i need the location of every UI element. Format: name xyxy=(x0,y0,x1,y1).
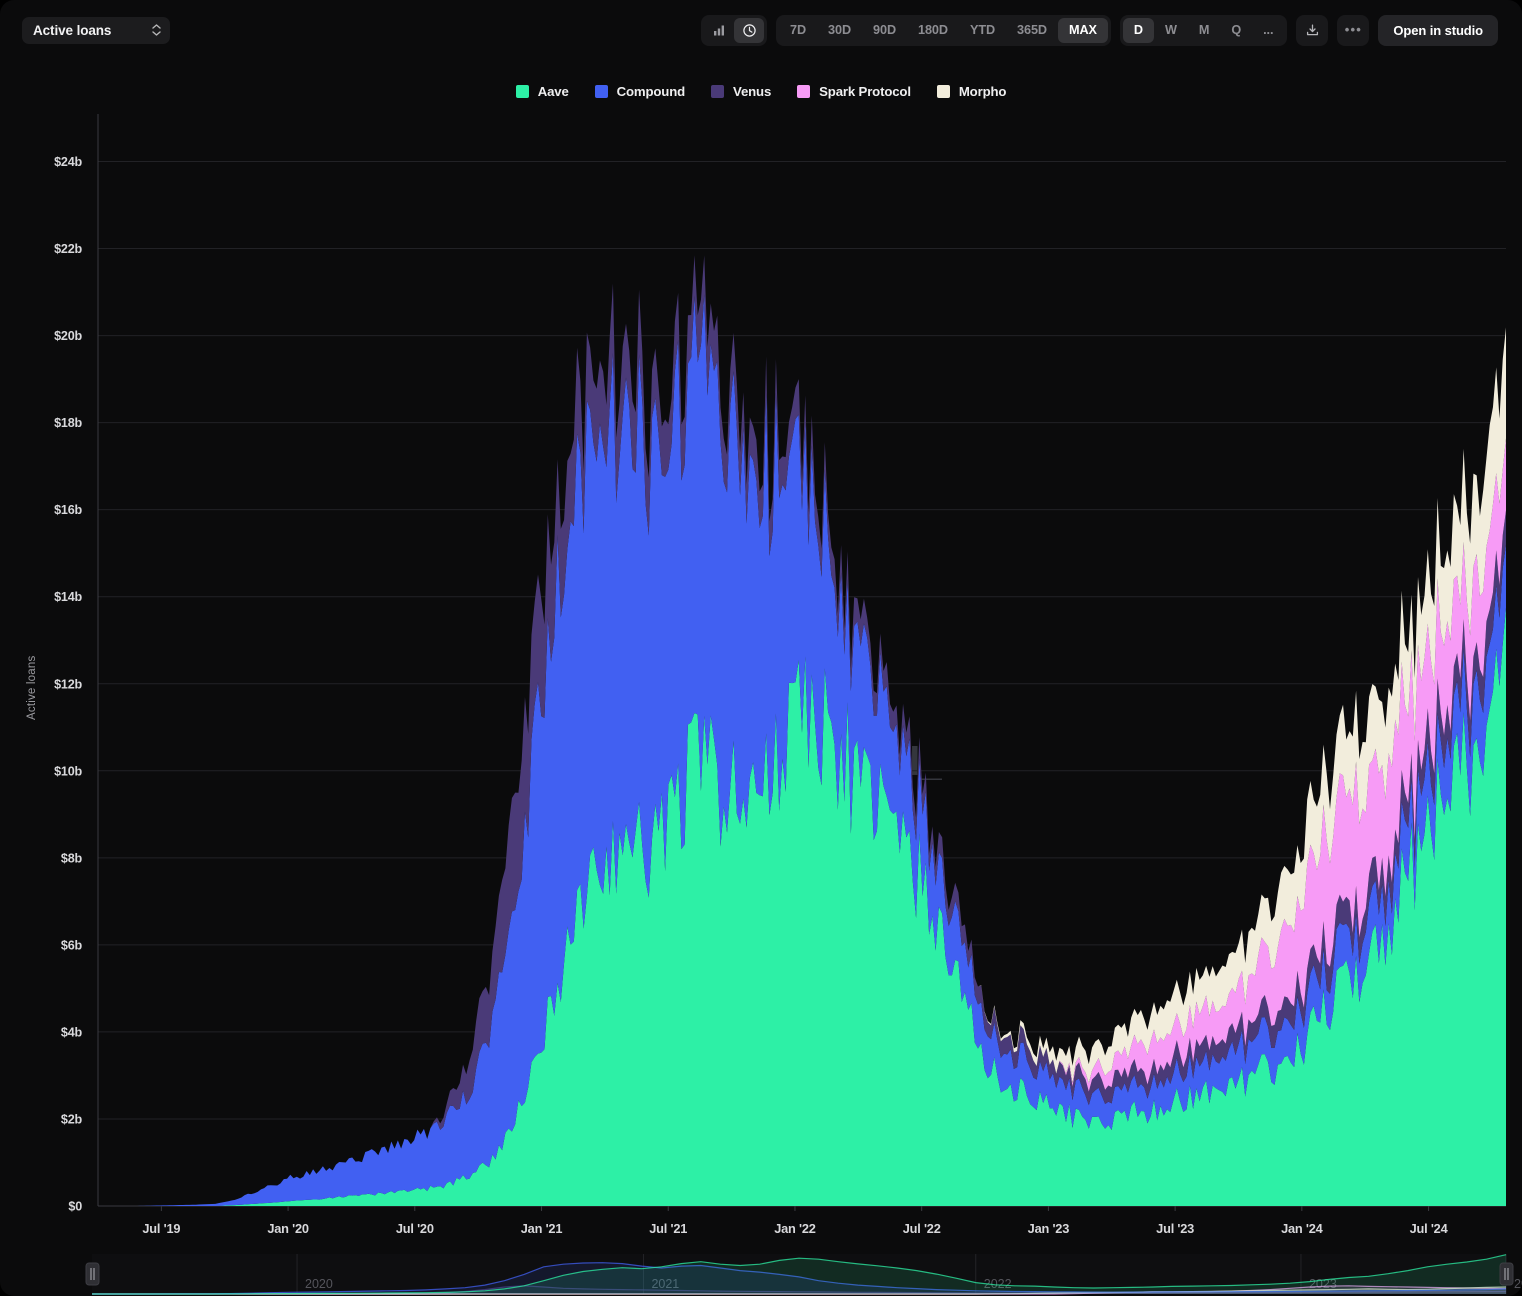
metric-selector[interactable]: Active loans xyxy=(22,17,170,44)
y-axis-tick: $14b xyxy=(54,590,82,604)
clock-icon[interactable] xyxy=(734,18,764,43)
chart-plot-area[interactable]: Active loans token terminal_ $0$2b$4b$6b… xyxy=(0,100,1522,1240)
download-icon[interactable] xyxy=(1296,15,1328,46)
legend-label-venus: Venus xyxy=(733,84,771,99)
legend-swatch-aave xyxy=(516,85,529,98)
x-axis-tick: Jul '23 xyxy=(1156,1221,1194,1236)
x-axis-tick: Jan '24 xyxy=(1281,1221,1324,1236)
legend-swatch-compound xyxy=(595,85,608,98)
toolbar-controls: 7D 30D 90D 180D YTD 365D MAX D W M Q ... xyxy=(701,15,1498,46)
time-range-group: 7D 30D 90D 180D YTD 365D MAX xyxy=(776,15,1111,46)
y-axis-tick: $10b xyxy=(54,764,82,778)
granularity-weekly[interactable]: W xyxy=(1154,18,1188,43)
legend-item-compound[interactable]: Compound xyxy=(595,84,685,99)
y-axis-tick: $24b xyxy=(54,155,82,169)
x-axis-tick: Jul '21 xyxy=(649,1221,687,1236)
y-axis-tick: $18b xyxy=(54,416,82,430)
x-axis-tick: Jan '23 xyxy=(1028,1221,1070,1236)
metric-selector-label: Active loans xyxy=(33,23,111,38)
x-axis-tick: Jan '20 xyxy=(267,1221,309,1236)
x-axis-tick: Jul '22 xyxy=(903,1221,941,1236)
y-axis-tick: $2b xyxy=(61,1112,83,1126)
legend-item-spark-protocol[interactable]: Spark Protocol xyxy=(797,84,911,99)
x-axis-tick: Jul '19 xyxy=(142,1221,180,1236)
y-axis-tick: $16b xyxy=(54,503,82,517)
bar-chart-icon[interactable] xyxy=(704,18,734,43)
range-30d[interactable]: 30D xyxy=(817,18,862,43)
chart-page: Active loans xyxy=(0,0,1522,1296)
range-ytd[interactable]: YTD xyxy=(959,18,1006,43)
stacked-area-chart: $0 $2b $4b $6b $8b $10b $12b $14b $16b $18b $20b $2… xyxy=(0,100,1522,1240)
range-365d[interactable]: 365D xyxy=(1006,18,1058,43)
legend-label-aave: Aave xyxy=(538,84,569,99)
brush-year-label: 2024 xyxy=(1514,1277,1522,1291)
x-axis-tick: Jan '21 xyxy=(521,1221,563,1236)
legend-label-morpho: Morpho xyxy=(959,84,1006,99)
legend-item-aave[interactable]: Aave xyxy=(516,84,569,99)
y-axis-tick: $22b xyxy=(54,242,82,256)
more-options-dots: ••• xyxy=(1345,26,1362,34)
y-axis-tick: $8b xyxy=(61,851,83,865)
view-mode-group xyxy=(701,15,767,46)
legend-swatch-morpho xyxy=(937,85,950,98)
y-axis-tick: $20b xyxy=(54,329,82,343)
brush-handle-right[interactable] xyxy=(1500,1263,1513,1285)
time-range-brush[interactable]: 20202021202220232024 xyxy=(0,1250,1522,1296)
granularity-quarterly[interactable]: Q xyxy=(1220,18,1252,43)
y-axis-tick: $0 xyxy=(68,1200,82,1214)
range-max[interactable]: MAX xyxy=(1058,18,1108,43)
x-axis-tick: Jul '24 xyxy=(1410,1221,1449,1236)
chart-legend: Aave Compound Venus Spark Protocol Morph… xyxy=(0,84,1522,99)
x-axis-tick: Jan '22 xyxy=(774,1221,816,1236)
legend-item-morpho[interactable]: Morpho xyxy=(937,84,1006,99)
x-axis-tick: Jul '20 xyxy=(396,1221,434,1236)
y-axis-tick: $6b xyxy=(61,938,83,952)
granularity-daily[interactable]: D xyxy=(1123,18,1154,43)
chevron-updown-icon xyxy=(152,24,161,36)
range-90d[interactable]: 90D xyxy=(862,18,907,43)
granularity-more-icon[interactable]: ... xyxy=(1252,18,1284,43)
brush-minimap[interactable]: 20202021202220232024 xyxy=(0,1250,1522,1296)
open-in-studio-button[interactable]: Open in studio xyxy=(1378,15,1498,46)
granularity-monthly[interactable]: M xyxy=(1188,18,1220,43)
y-axis-tick: $4b xyxy=(61,1025,83,1039)
range-180d[interactable]: 180D xyxy=(907,18,959,43)
legend-label-compound: Compound xyxy=(617,84,685,99)
toolbar: Active loans xyxy=(0,0,1522,60)
brush-handle-left[interactable] xyxy=(86,1263,99,1285)
more-options-icon[interactable]: ••• xyxy=(1337,15,1369,46)
brush-year-label: 2020 xyxy=(305,1277,333,1291)
legend-swatch-venus xyxy=(711,85,724,98)
range-7d[interactable]: 7D xyxy=(779,18,817,43)
legend-item-venus[interactable]: Venus xyxy=(711,84,771,99)
y-axis-tick: $12b xyxy=(54,677,82,691)
legend-label-spark-protocol: Spark Protocol xyxy=(819,84,911,99)
legend-swatch-spark-protocol xyxy=(797,85,810,98)
granularity-group: D W M Q ... xyxy=(1120,15,1288,46)
